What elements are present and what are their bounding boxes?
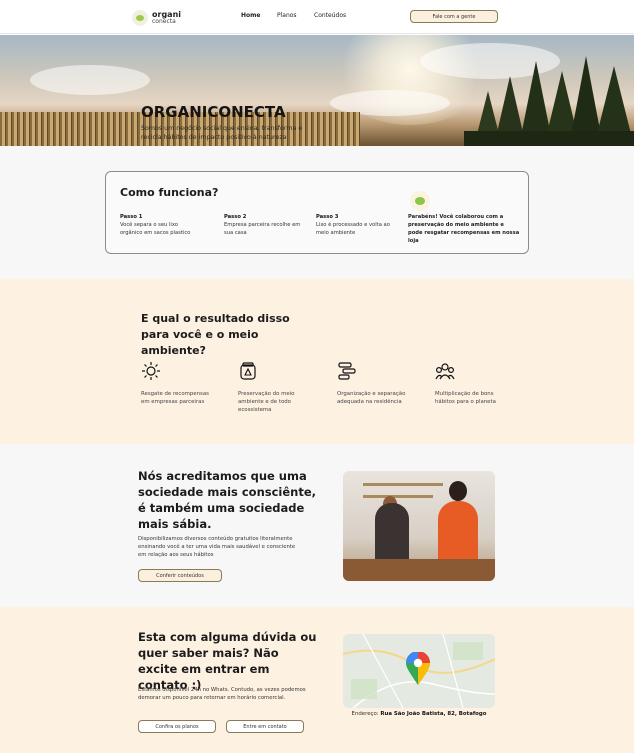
nav-conteudos[interactable]: Conteúdos xyxy=(314,12,346,19)
nav-planos[interactable]: Planos xyxy=(277,12,297,19)
step-2: Passo 2 Empresa parceira recolhe em sua … xyxy=(224,213,304,237)
step-label: Passo 2 xyxy=(224,214,247,220)
sun-icon xyxy=(142,362,160,380)
step-text: Você separa o seu lixo orgânico em sacos… xyxy=(120,222,191,236)
view-content-button[interactable]: Conferir conteúdos xyxy=(138,569,222,582)
congrats-text: Parabéns! Você colaborou com a preservaç… xyxy=(408,214,520,244)
step-1: Passo 1 Você separa o seu lixo orgânico … xyxy=(120,213,200,237)
step-label: Passo 3 xyxy=(316,214,339,220)
contact-text: Estamos disponível 24h no Whats. Contudo… xyxy=(138,687,306,701)
contact-title: Esta com alguma dúvida ou quer saber mai… xyxy=(138,630,317,692)
person-right xyxy=(438,501,478,567)
logo-wordmark: organi conecta xyxy=(152,10,182,26)
how-it-works-section: Como funciona? Passo 1 Você separa o seu… xyxy=(0,146,634,279)
step-3: Passo 3 Lixo é processado e volta ao mei… xyxy=(316,213,396,237)
person-face xyxy=(449,481,467,501)
content-title: Nós acreditamos que uma sociedade mais c… xyxy=(138,469,317,531)
person-left xyxy=(375,503,409,563)
leaf-logo-icon xyxy=(132,10,148,26)
step-label: Passo 1 xyxy=(120,214,143,220)
site-header: organi conecta Home Planos Conteúdos Fal… xyxy=(0,0,634,34)
leaf-icon xyxy=(410,191,430,211)
result-item: Preservação do meio ambiente e de todo e… xyxy=(238,361,308,414)
logo-line1: organi xyxy=(152,10,182,19)
sort-icon xyxy=(338,362,356,380)
contact-button[interactable]: Entre em contato xyxy=(226,720,304,733)
logo-line2: conecta xyxy=(152,18,176,25)
step-text: Empresa parceira recolhe em sua casa xyxy=(224,222,301,236)
result-text: Resgate de recompensas em empresas parce… xyxy=(141,391,209,405)
contact-us-button[interactable]: Fale com a gente xyxy=(410,10,498,23)
content-section: Nós acreditamos que uma sociedade mais c… xyxy=(0,444,634,607)
step-text: Lixo é processado e volta ao meio ambien… xyxy=(316,222,390,236)
kitchen-photo xyxy=(343,471,495,581)
address-value: Rua São João Batista, 82, Botafogo xyxy=(380,711,487,717)
jar-icon xyxy=(240,362,256,380)
how-it-works-card: Como funciona? Passo 1 Você separa o seu… xyxy=(105,171,529,254)
forest-image xyxy=(464,56,634,146)
result-item: Resgate de recompensas em empresas parce… xyxy=(141,361,211,406)
result-item: Organização e separação adequada na resi… xyxy=(337,361,407,406)
address: Endereço: Rua São João Batista, 82, Bota… xyxy=(343,711,495,717)
nav-home[interactable]: Home xyxy=(241,12,260,19)
map-pin-icon xyxy=(406,652,430,685)
results-title: E qual o resultado disso para você e o m… xyxy=(141,312,290,357)
logo[interactable]: organi conecta xyxy=(132,7,192,29)
group-icon xyxy=(435,363,455,380)
hero-title: ORGANICONECTA xyxy=(141,103,286,121)
address-label: Endereço: xyxy=(351,711,379,717)
result-item: Multiplicação de bons hábitos para o pla… xyxy=(435,361,505,406)
result-text: Organização e separação adequada na resi… xyxy=(337,391,406,405)
shelf xyxy=(363,483,443,486)
hero-subtitle: Somos um negócio social que ensina, tran… xyxy=(141,125,303,141)
shelf xyxy=(363,495,433,498)
location-map[interactable] xyxy=(343,634,495,708)
how-title: Como funciona? xyxy=(120,186,219,199)
kitchen-counter xyxy=(343,559,495,581)
content-text: Disponibilizamos diversos conteúdo gratu… xyxy=(138,536,296,558)
result-text: Multiplicação de bons hábitos para o pla… xyxy=(435,391,496,405)
cloud xyxy=(30,65,150,95)
hero-banner: ORGANICONECTA Somos um negócio social qu… xyxy=(0,35,634,146)
results-section: E qual o resultado disso para você e o m… xyxy=(0,279,634,444)
contact-section: Esta com alguma dúvida ou quer saber mai… xyxy=(0,607,634,753)
view-plans-button[interactable]: Confira os planos xyxy=(138,720,216,733)
result-text: Preservação do meio ambiente e de todo e… xyxy=(238,391,295,413)
